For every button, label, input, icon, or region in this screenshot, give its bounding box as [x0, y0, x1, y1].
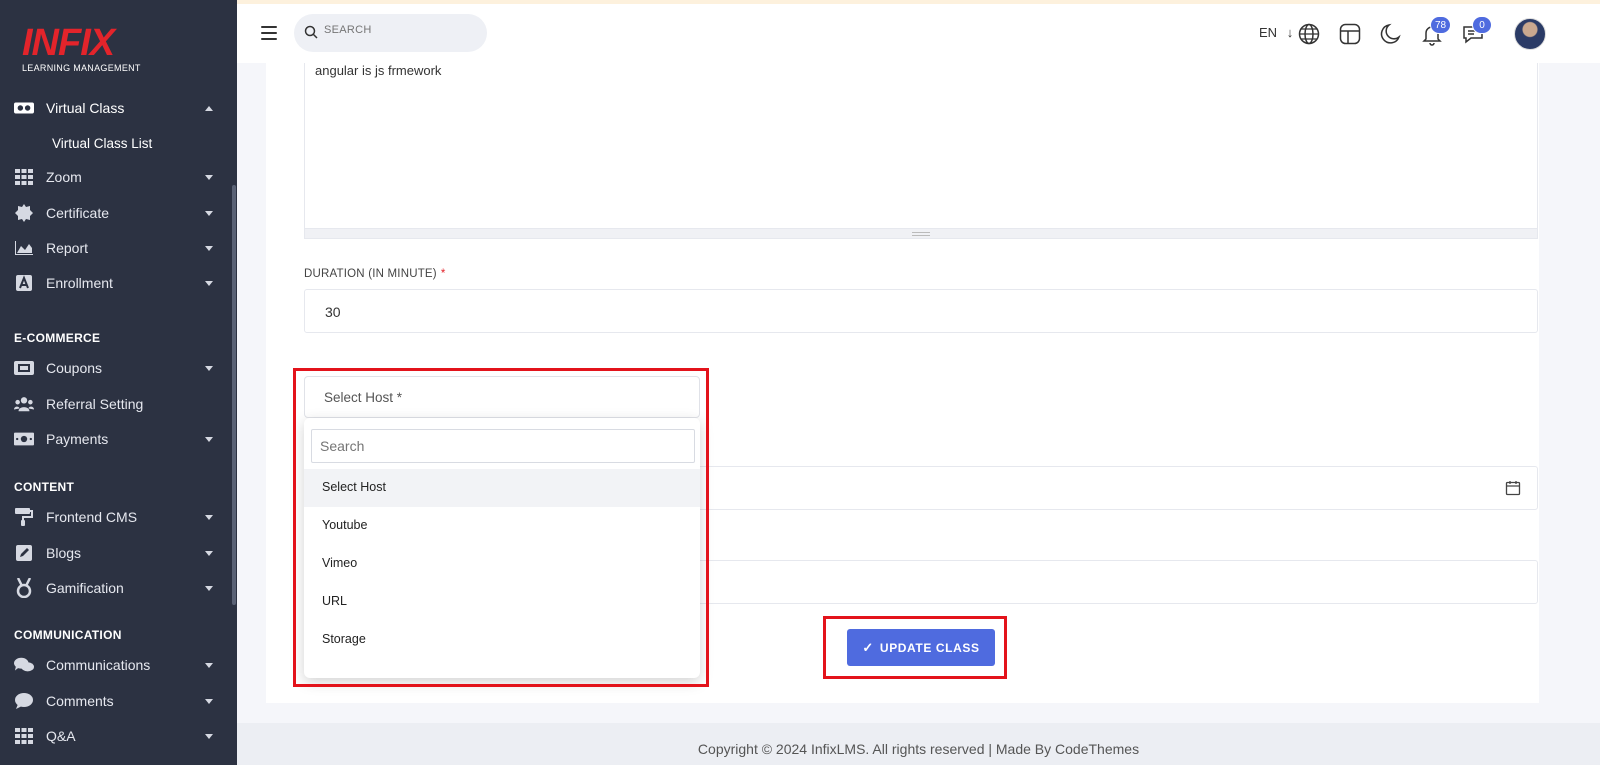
layout-icon[interactable] [1338, 22, 1362, 46]
grid-icon [14, 727, 34, 745]
search-box[interactable] [294, 14, 487, 52]
logo-subtitle: LEARNING MANAGEMENT [22, 63, 141, 73]
chevron-down-icon [205, 210, 213, 216]
medal-icon [14, 578, 34, 598]
grid-icon [14, 168, 34, 186]
chevron-down-icon [205, 550, 213, 556]
sidebar-item-label: Certificate [46, 205, 110, 221]
search-input[interactable] [324, 24, 464, 36]
logo[interactable]: INFIX LEARNING MANAGEMENT [22, 24, 141, 73]
messages-badge: 0 [1472, 16, 1492, 34]
calendar-icon[interactable] [1505, 480, 1521, 496]
arrow-down-icon: ↓ [1286, 25, 1294, 40]
description-text: angular is js frmework [315, 63, 442, 78]
copyright-text: Copyright © 2024 InfixLMS. All rights re… [697, 741, 1140, 757]
language-label: EN [1259, 25, 1278, 40]
sidebar-item-zoom[interactable]: Zoom [0, 161, 232, 193]
chevron-down-icon [205, 514, 213, 520]
badge-icon [14, 204, 34, 222]
chevron-down-icon [205, 698, 213, 704]
vr-glasses-icon [14, 99, 34, 117]
chevron-down-icon [205, 365, 213, 371]
highlight-box-update-button [823, 616, 1007, 679]
users-icon [14, 395, 34, 413]
sidebar-item-label: Payments [46, 431, 109, 447]
chat-icon [14, 656, 34, 674]
avatar[interactable] [1514, 18, 1546, 50]
sidebar-item-qa[interactable]: Q&A [0, 720, 232, 752]
sidebar-item-label: Enrollment [46, 275, 113, 291]
sidebar-item-communications[interactable]: Communications [0, 649, 232, 681]
duration-value: 30 [325, 304, 341, 320]
sidebar-item-label: Virtual Class List [52, 135, 153, 151]
hamburger-menu-icon[interactable] [261, 26, 277, 40]
sidebar-item-label: Referral Setting [46, 396, 144, 412]
duration-label: DURATION (IN MINUTE) * [304, 268, 446, 280]
notification-badge: 78 [1430, 16, 1452, 34]
sidebar-item-label: Blogs [46, 545, 82, 561]
comment-icon [14, 692, 34, 710]
sidebar-item-label: Communications [46, 657, 151, 673]
sidebar-item-label: Coupons [46, 360, 103, 376]
sidebar-item-certificate[interactable]: Certificate [0, 197, 232, 229]
sidebar-item-blogs[interactable]: Blogs [0, 537, 232, 569]
sidebar-item-comments[interactable]: Comments [0, 685, 232, 717]
sidebar-scrollbar[interactable] [232, 185, 236, 605]
chevron-down-icon [205, 733, 213, 739]
language-selector[interactable]: EN ↓ [1259, 25, 1293, 40]
sidebar-item-report[interactable]: Report [0, 232, 232, 264]
sidebar-item-label: Virtual Class [46, 100, 125, 116]
chevron-down-icon [205, 662, 213, 668]
top-header: EN ↓ 78 0 [237, 0, 1600, 63]
highlight-box-host-select [293, 368, 709, 687]
enroll-icon [14, 274, 34, 292]
sidebar: INFIX LEARNING MANAGEMENT Virtual Class … [0, 0, 237, 765]
sidebar-item-label: Q&A [46, 728, 76, 744]
section-heading-content: CONTENT [14, 480, 75, 494]
chevron-down-icon [205, 436, 213, 442]
sidebar-item-enrollment[interactable]: Enrollment [0, 267, 232, 299]
logo-brand: INFIX [22, 22, 115, 64]
sidebar-item-label: Zoom [46, 169, 82, 185]
chart-icon [14, 239, 34, 257]
chevron-down-icon [205, 280, 213, 286]
paint-roller-icon [14, 508, 34, 526]
description-textarea[interactable]: angular is js frmework [304, 63, 1538, 229]
sidebar-item-frontend-cms[interactable]: Frontend CMS [0, 501, 232, 533]
sidebar-item-gamification[interactable]: Gamification [0, 572, 232, 604]
sidebar-item-referral-setting[interactable]: Referral Setting [0, 388, 232, 420]
sidebar-item-payments[interactable]: Payments [0, 423, 232, 455]
globe-icon[interactable] [1297, 22, 1321, 46]
sidebar-item-label: Gamification [46, 580, 124, 596]
footer: Copyright © 2024 InfixLMS. All rights re… [237, 723, 1600, 765]
sidebar-item-label: Frontend CMS [46, 509, 138, 525]
sidebar-item-virtual-class-list[interactable]: Virtual Class List [0, 127, 232, 159]
ticket-icon [14, 359, 34, 377]
section-heading-ecommerce: E-COMMERCE [14, 331, 101, 345]
chevron-up-icon [205, 105, 213, 111]
chevron-down-icon [205, 174, 213, 180]
chevron-down-icon [205, 245, 213, 251]
moon-icon[interactable] [1379, 22, 1403, 46]
search-icon [304, 25, 318, 39]
chevron-down-icon [205, 585, 213, 591]
pen-icon [14, 544, 34, 562]
duration-input[interactable]: 30 [304, 289, 1538, 333]
sidebar-item-label: Report [46, 240, 89, 256]
sidebar-item-virtual-class[interactable]: Virtual Class [0, 92, 232, 124]
sidebar-item-coupons[interactable]: Coupons [0, 352, 232, 384]
money-icon [14, 430, 34, 448]
required-marker: * [440, 268, 446, 280]
duration-label-text: DURATION (IN MINUTE) [304, 268, 437, 280]
section-heading-communication: COMMUNICATION [14, 628, 122, 642]
resize-grip-icon[interactable] [912, 232, 930, 236]
sidebar-item-label: Comments [46, 693, 114, 709]
textarea-resize-bar[interactable] [304, 228, 1538, 239]
